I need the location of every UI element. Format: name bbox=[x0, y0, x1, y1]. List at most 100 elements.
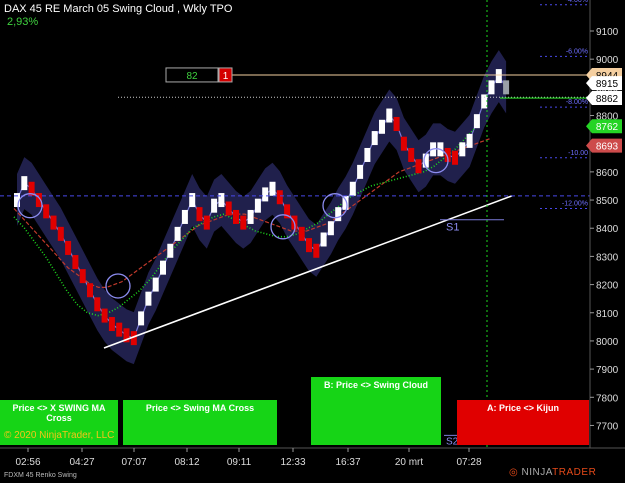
renko-brick bbox=[349, 181, 356, 196]
renko-brick bbox=[503, 80, 510, 95]
ninjatrader-logo: ◎ NINJATRADER bbox=[509, 467, 596, 478]
renko-brick bbox=[298, 226, 305, 241]
renko-brick bbox=[379, 119, 385, 134]
instrument-label: FDXM 45 Renko Swing bbox=[4, 472, 77, 479]
renko-brick bbox=[488, 80, 495, 95]
price-tick-label: 7900 bbox=[596, 365, 619, 376]
brand-prefix: NINJA bbox=[521, 467, 553, 478]
price-marker-label: 8693 bbox=[596, 142, 619, 153]
price-marker-label: 8862 bbox=[596, 94, 619, 105]
renko-brick bbox=[386, 108, 393, 123]
renko-brick bbox=[94, 297, 101, 312]
chart-title: DAX 45 RE March 05 Swing Cloud , Wkly TP… bbox=[4, 3, 233, 15]
renko-brick bbox=[203, 215, 210, 230]
price-tick-label: 7700 bbox=[596, 421, 619, 432]
renko-brick bbox=[72, 255, 79, 270]
renko-brick bbox=[225, 201, 232, 216]
renko-brick bbox=[276, 190, 283, 205]
renko-brick bbox=[65, 240, 72, 255]
price-tick-label: 8000 bbox=[596, 337, 619, 348]
renko-brick bbox=[108, 317, 115, 332]
renko-brick bbox=[364, 147, 371, 162]
brand-suffix: TRADER bbox=[552, 467, 597, 478]
price-marker-label: 8915 bbox=[596, 79, 619, 90]
price-tick-label: 9100 bbox=[596, 27, 619, 38]
renko-brick bbox=[101, 308, 108, 323]
renko-brick bbox=[57, 226, 64, 241]
renko-brick bbox=[138, 311, 145, 326]
kijun-panel: A: Price <> Kijun bbox=[457, 400, 589, 445]
renko-brick bbox=[459, 142, 466, 157]
pct-level-label: -8.00% bbox=[566, 99, 588, 106]
renko-brick bbox=[196, 207, 203, 222]
renko-brick bbox=[181, 209, 188, 224]
price-tick-label: 9000 bbox=[596, 55, 619, 66]
renko-brick bbox=[247, 209, 254, 224]
renko-brick bbox=[116, 322, 123, 337]
renko-brick bbox=[211, 198, 218, 213]
renko-brick bbox=[400, 136, 407, 151]
renko-brick bbox=[452, 150, 458, 165]
cloud-shape bbox=[17, 50, 507, 365]
tpo-value: 82 bbox=[186, 71, 198, 82]
renko-brick bbox=[269, 181, 276, 196]
pct-level-label: -4.00% bbox=[566, 0, 588, 4]
renko-brick bbox=[371, 131, 378, 146]
renko-brick bbox=[335, 207, 342, 222]
pct-level-label: -12.00% bbox=[562, 201, 588, 208]
time-tick-label: 07:28 bbox=[456, 457, 481, 468]
tpo-count: 1 bbox=[223, 71, 229, 82]
renko-brick bbox=[79, 269, 86, 284]
renko-brick bbox=[21, 176, 28, 191]
swing-ma-cross-panel: Price <> Swing MA Cross bbox=[123, 400, 277, 445]
renko-brick bbox=[320, 232, 327, 247]
renko-brick bbox=[145, 291, 152, 306]
price-tick-label: 8500 bbox=[596, 196, 619, 207]
renko-brick bbox=[466, 133, 473, 148]
renko-brick bbox=[254, 198, 261, 213]
renko-brick bbox=[50, 215, 57, 230]
renko-brick bbox=[152, 277, 159, 292]
time-axis[interactable]: 02:56 04:27 07:07 08:12 09:11 12:33 16:37 20 mr… bbox=[0, 447, 625, 468]
price-tick-label: 8300 bbox=[596, 252, 619, 263]
time-tick-label: 02:56 bbox=[15, 457, 40, 468]
price-tick-label: 8600 bbox=[596, 168, 619, 179]
price-tick-label: 8100 bbox=[596, 309, 619, 320]
time-tick-label: 16:37 bbox=[335, 457, 360, 468]
price-tick-label: 7800 bbox=[596, 393, 619, 404]
renko-brick bbox=[393, 116, 400, 131]
time-tick-label: 07:07 bbox=[121, 457, 146, 468]
renko-brick bbox=[473, 114, 480, 129]
renko-brick bbox=[233, 209, 239, 224]
price-axis[interactable]: 9100900089008800870086008500840083008200… bbox=[540, 0, 622, 448]
renko-brick bbox=[357, 164, 364, 179]
pct-level-label: -10.00 bbox=[568, 150, 588, 157]
renko-brick bbox=[174, 226, 181, 241]
price-marker-label: 8762 bbox=[596, 122, 619, 133]
time-tick-label: 12:33 bbox=[280, 457, 305, 468]
swing-cloud-band bbox=[17, 50, 507, 365]
price-tick-label: 8400 bbox=[596, 224, 619, 235]
copyright-text: © 2020 NinjaTrader, LLC bbox=[4, 430, 115, 441]
renko-brick bbox=[218, 193, 225, 208]
renko-brick bbox=[481, 94, 488, 109]
renko-brick bbox=[240, 215, 247, 230]
renko-brick bbox=[87, 283, 93, 298]
renko-brick bbox=[160, 260, 166, 275]
time-tick-label: 08:12 bbox=[174, 457, 199, 468]
renko-brick bbox=[313, 243, 320, 258]
price-tick-label: 8200 bbox=[596, 281, 619, 292]
renko-brick bbox=[415, 159, 422, 174]
time-tick-label: 20 mrt bbox=[395, 457, 424, 468]
time-tick-label: 09:11 bbox=[227, 457, 252, 468]
swing-cloud-panel: B: Price <> Swing Cloud bbox=[311, 377, 441, 445]
brand-icon: ◎ bbox=[509, 467, 519, 478]
renko-brick bbox=[167, 243, 174, 258]
renko-brick bbox=[43, 204, 50, 219]
renko-brick bbox=[306, 238, 312, 253]
renko-brick bbox=[327, 221, 334, 236]
renko-brick bbox=[189, 193, 196, 208]
pct-level-label: -6.00% bbox=[566, 48, 588, 55]
renko-brick bbox=[408, 147, 415, 162]
time-tick-label: 04:27 bbox=[69, 457, 94, 468]
